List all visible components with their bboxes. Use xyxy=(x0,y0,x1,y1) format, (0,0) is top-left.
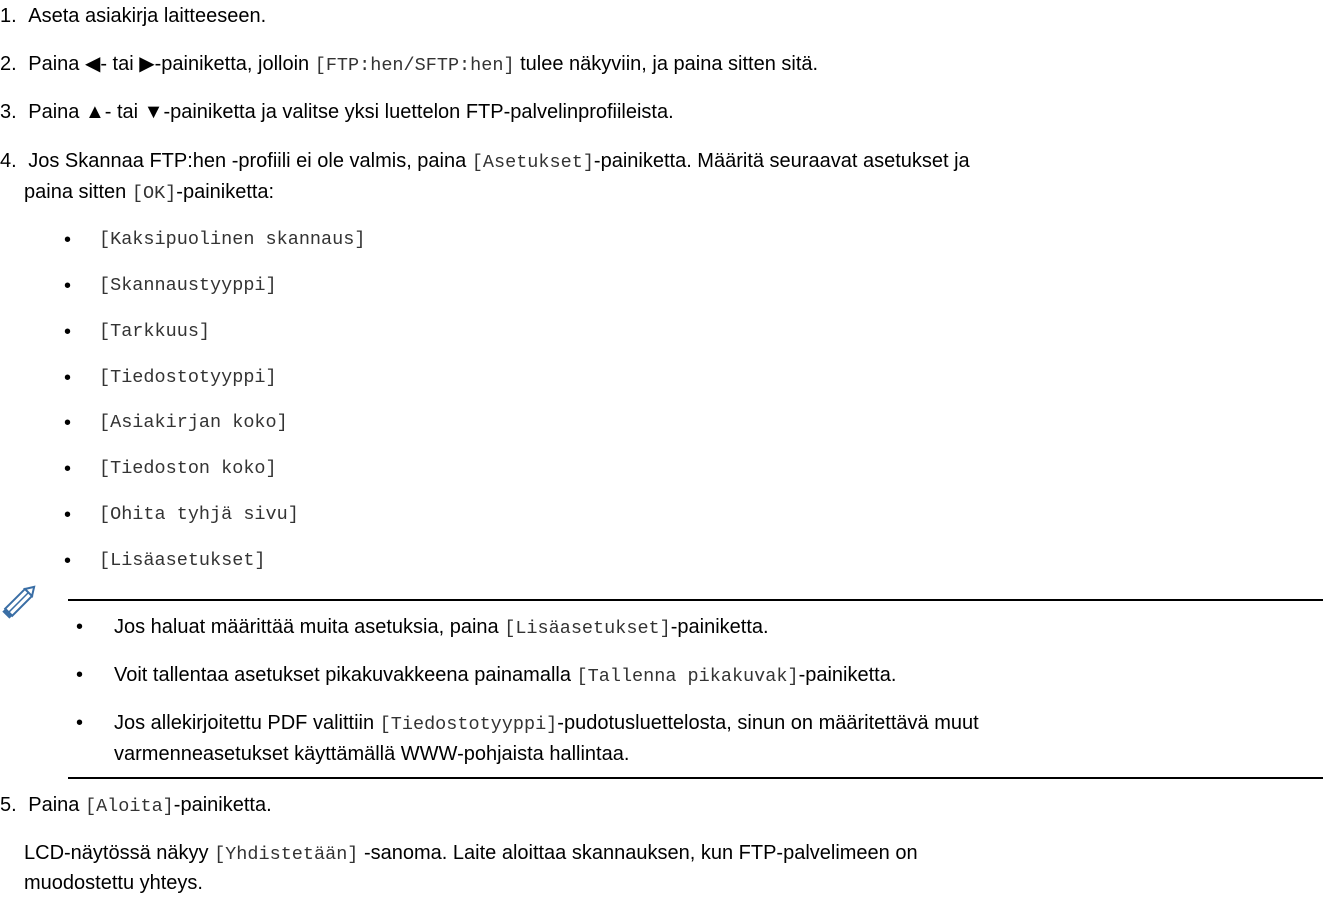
step-4-line-2: paina sitten [OK]-painiketta: xyxy=(24,178,274,208)
step-text: Paina xyxy=(28,794,85,816)
step-text: Aseta asiakirja laitteeseen. xyxy=(28,5,267,27)
step-text: -painiketta: xyxy=(176,181,275,203)
menu-option: [Asetukset] xyxy=(471,152,594,173)
step-text: tulee näkyviin, ja paina sitten sitä. xyxy=(514,53,819,75)
step-1: 1. Aseta asiakirja laitteeseen. xyxy=(0,2,266,30)
menu-option: [OK] xyxy=(131,183,177,204)
step-number: 3. xyxy=(0,101,17,123)
step-3: 3. Paina ▲- tai ▼-painiketta ja valitse … xyxy=(0,98,674,126)
step-number: 2. xyxy=(0,53,17,75)
step-2: 2. Paina ◀- tai ▶-painiketta, jolloin [F… xyxy=(0,50,818,80)
step-text: paina sitten xyxy=(24,181,132,203)
result-paragraph-line-2: muodostettu yhteys. xyxy=(24,872,203,894)
menu-option: [Aloita] xyxy=(84,796,174,817)
note-top-divider xyxy=(68,599,1323,601)
step-5: 5. Paina [Aloita]-painiketta. xyxy=(0,791,272,821)
step-text: Paina ◀- tai ▶-painiketta, jolloin xyxy=(28,53,315,75)
note-item-line-2: varmenneasetukset käyttämällä WWW-pohjai… xyxy=(114,743,630,765)
note-bottom-divider xyxy=(68,777,1323,779)
pencil-icon xyxy=(0,582,40,626)
step-number: 1. xyxy=(0,5,17,27)
step-number: 5. xyxy=(0,794,17,816)
step-text: Jos Skannaa FTP:hen -profiili ei ole val… xyxy=(28,150,472,172)
result-paragraph: LCD-näytössä näkyy [Yhdistetään] -sanoma… xyxy=(24,842,918,865)
step-text: -painiketta. Määritä seuraavat asetukset… xyxy=(593,150,970,172)
step-text: -painiketta. xyxy=(173,794,272,816)
lcd-message: [Yhdistetään] xyxy=(214,844,359,865)
step-number: 4. xyxy=(0,150,17,172)
step-4: 4. Jos Skannaa FTP:hen -profiili ei ole … xyxy=(0,147,970,177)
step-text: Paina ▲- tai ▼-painiketta ja valitse yks… xyxy=(28,101,674,123)
menu-option: [FTP:hen/SFTP:hen] xyxy=(314,55,515,76)
